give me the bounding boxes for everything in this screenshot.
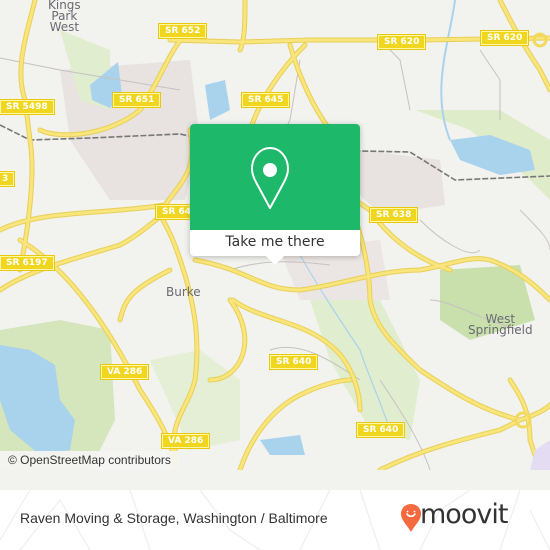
road-shield-va-286: VA 286 — [101, 365, 149, 379]
road-shield-sr-6197: SR 6197 — [0, 256, 54, 270]
road-shield-sr-643: 3 — [0, 172, 15, 186]
take-me-there-button[interactable]: Take me there — [190, 230, 360, 256]
moovit-wordmark: moovit — [420, 499, 508, 530]
map-attribution[interactable]: © OpenStreetMap contributors — [0, 451, 179, 470]
footer-bar: Raven Moving & Storage, Washington / Bal… — [0, 490, 550, 550]
road-shield-sr-651: SR 651 — [113, 93, 161, 107]
location-pin-icon — [251, 147, 289, 209]
moovit-pin-icon — [401, 504, 421, 532]
popup-pointer — [265, 255, 285, 265]
road-shield-sr-640: SR 640 — [270, 355, 318, 369]
place-label-line: Springfield — [468, 323, 533, 337]
place-label-line: Burke — [166, 285, 201, 299]
lake — [260, 435, 305, 455]
road-shield-sr-620: SR 620 — [378, 35, 426, 49]
road-shield-sr-640: SR 640 — [357, 423, 405, 437]
moovit-logo[interactable]: moovit — [400, 499, 540, 537]
lake — [205, 80, 230, 120]
road-shield-sr-638: SR 638 — [370, 208, 418, 222]
popup-header — [190, 124, 360, 230]
road-shield-sr-645: SR 645 — [242, 93, 290, 107]
road-shield-sr-652: SR 652 — [159, 24, 207, 38]
road-shield-sr-620: SR 620 — [481, 31, 529, 45]
location-title: Raven Moving & Storage, Washington / Bal… — [20, 510, 328, 526]
urban-area — [360, 150, 445, 215]
park-area — [310, 300, 420, 440]
place-label-burke: Burke — [166, 285, 201, 299]
map-canvas[interactable]: Kings Park West Burke West Springfield S… — [0, 0, 550, 470]
place-label-west-springfield: West Springfield — [468, 313, 533, 337]
location-popup: Take me there — [190, 124, 360, 265]
place-label-kings-park-west: Kings Park West — [48, 0, 81, 33]
road-shield-sr-5498: SR 5498 — [0, 100, 54, 114]
place-label-line: West — [49, 20, 80, 34]
road-shield-va-286: VA 286 — [162, 434, 210, 448]
